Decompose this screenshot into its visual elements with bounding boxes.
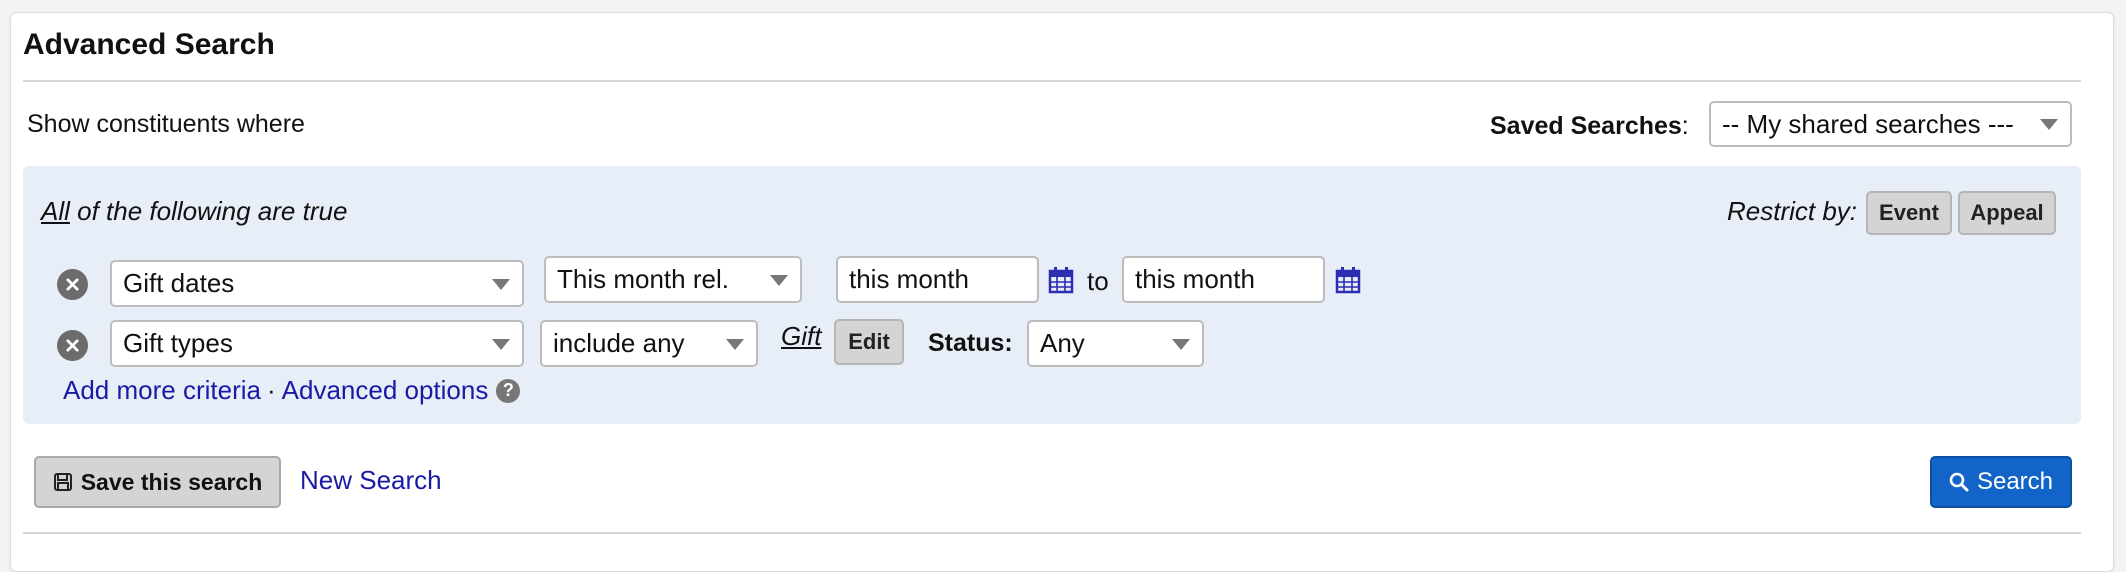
advanced-options-link[interactable]: Advanced options: [282, 375, 489, 406]
remove-criterion-icon[interactable]: [57, 330, 88, 361]
chevron-down-icon: [770, 274, 788, 286]
status-select[interactable]: Any: [1027, 320, 1204, 367]
saved-searches-label: Saved Searches:: [1490, 112, 1689, 141]
add-more-criteria-link[interactable]: Add more criteria: [63, 375, 261, 406]
restrict-event-button[interactable]: Event: [1866, 191, 1952, 235]
date-from-input[interactable]: this month: [836, 256, 1039, 303]
saved-searches-value: -- My shared searches ---: [1722, 108, 2014, 139]
edit-gift-types-button[interactable]: Edit: [834, 319, 904, 365]
chevron-down-icon: [2040, 119, 2058, 130]
date-from-value: this month: [849, 264, 969, 294]
criterion-operator-select[interactable]: include any: [540, 320, 758, 367]
match-mode-link[interactable]: All: [41, 196, 70, 226]
save-search-label: Save this search: [80, 468, 263, 495]
criteria-links: Add more criteria · Advanced options ?: [63, 375, 521, 406]
restrict-by-label: Restrict by:: [1727, 196, 1858, 226]
chevron-down-icon: [492, 278, 510, 290]
criterion-field-value: Gift dates: [123, 268, 235, 298]
restrict-appeal-button[interactable]: Appeal: [1958, 191, 2056, 235]
chevron-down-icon: [1172, 338, 1190, 350]
show-constituents-label: Show constituents where: [27, 110, 305, 138]
floppy-disk-icon: [53, 473, 72, 491]
help-circle-icon[interactable]: ?: [496, 378, 521, 403]
criterion-operator-select[interactable]: This month rel.: [544, 256, 802, 303]
criterion-operator-value: This month rel.: [557, 264, 729, 294]
title-divider: [23, 80, 2081, 82]
search-button-label: Search: [1976, 468, 2054, 495]
calendar-icon[interactable]: [1048, 266, 1074, 294]
saved-searches-select[interactable]: -- My shared searches ---: [1709, 101, 2072, 147]
criterion-field-select[interactable]: Gift types: [110, 320, 524, 367]
date-to-value: this month: [1135, 264, 1255, 294]
save-search-button[interactable]: Save this search: [34, 456, 281, 508]
link-separator: ·: [266, 375, 276, 405]
criterion-field-select[interactable]: Gift dates: [110, 260, 524, 307]
new-search-link[interactable]: New Search: [300, 465, 442, 496]
date-to-input[interactable]: this month: [1122, 256, 1325, 303]
chevron-down-icon: [726, 338, 744, 350]
chevron-down-icon: [492, 338, 510, 350]
calendar-icon[interactable]: [1335, 266, 1361, 294]
date-range-to-label: to: [1087, 266, 1109, 296]
match-mode-line: All of the following are true: [41, 196, 347, 227]
criterion-field-value: Gift types: [123, 328, 233, 358]
search-button[interactable]: Search: [1930, 456, 2072, 508]
footer-divider: [23, 532, 2081, 534]
status-label: Status:: [928, 329, 1013, 357]
page-title: Advanced Search: [23, 28, 275, 61]
status-value: Any: [1040, 328, 1085, 358]
saved-searches-colon: :: [1681, 112, 1689, 140]
match-mode-text: of the following are true: [69, 196, 348, 226]
criterion-operator-value: include any: [553, 328, 685, 358]
magnifier-icon: [1949, 472, 1969, 492]
remove-criterion-icon[interactable]: [57, 269, 88, 300]
gift-types-link[interactable]: Gift: [781, 321, 821, 352]
saved-searches-label-text: Saved Searches: [1490, 112, 1682, 140]
